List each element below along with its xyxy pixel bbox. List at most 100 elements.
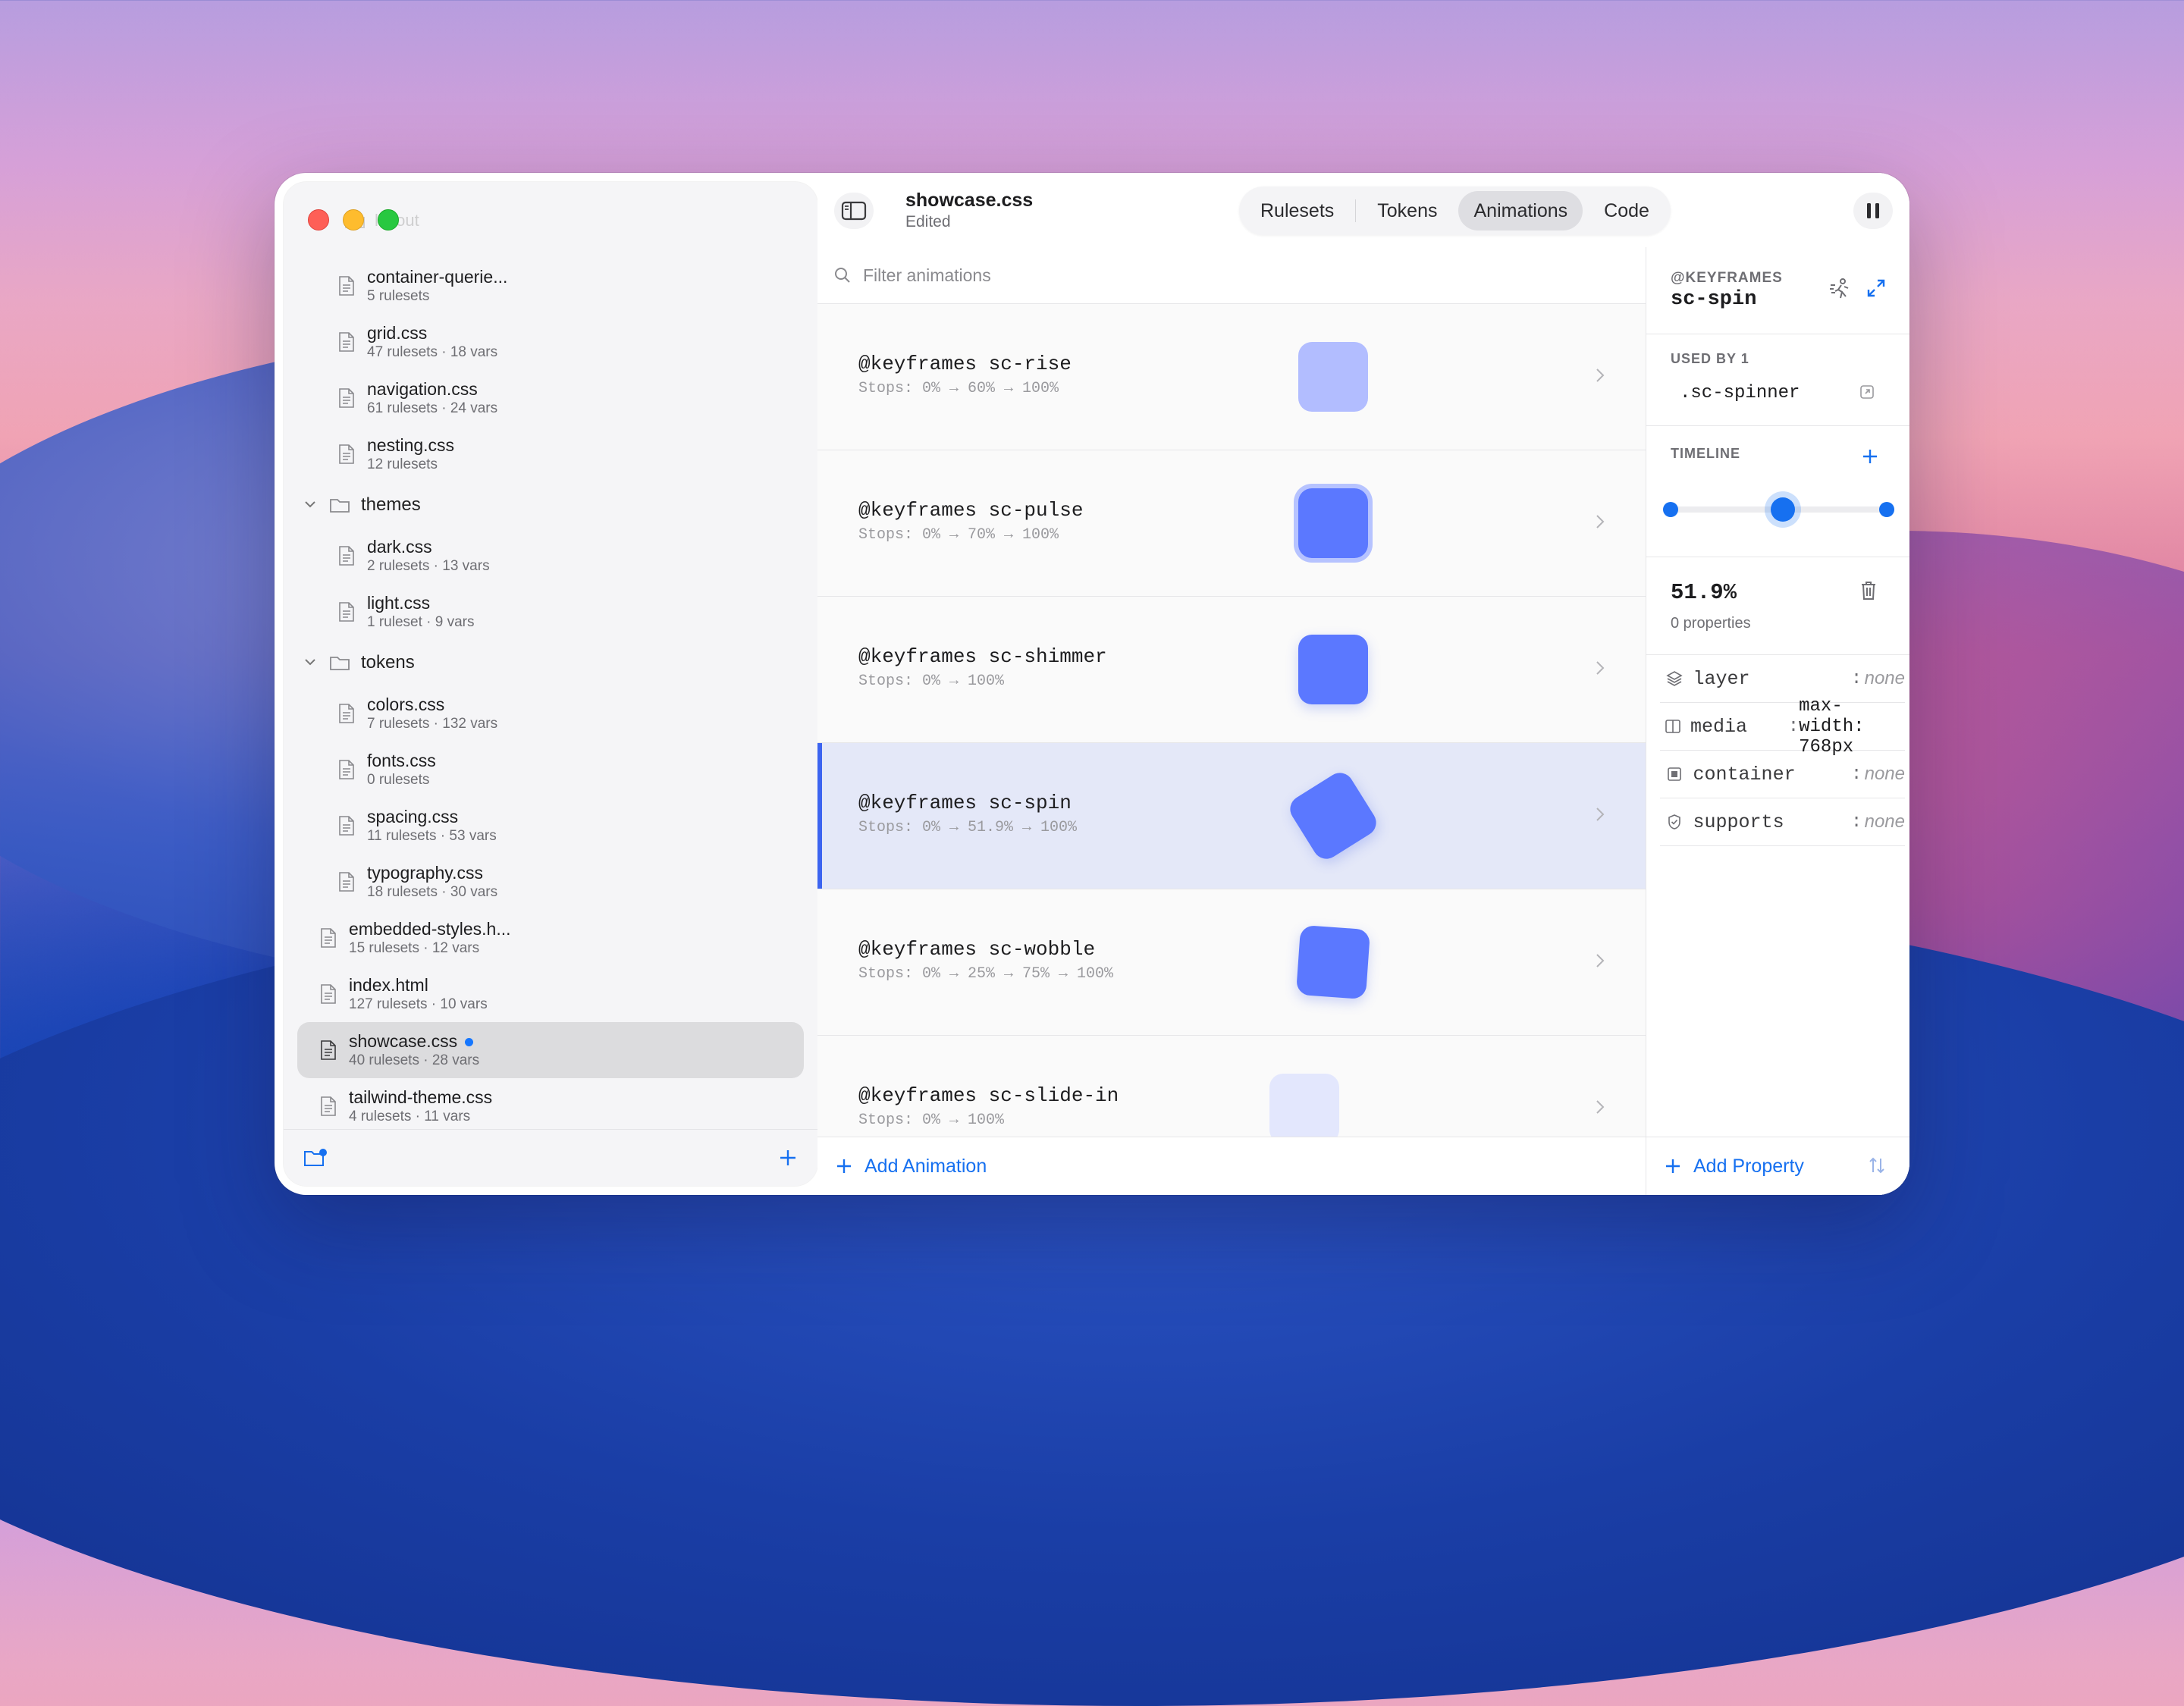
tab-tokens[interactable]: Tokens [1362, 191, 1452, 230]
chevron-down-icon [303, 497, 318, 513]
used-by-section: USED BY 1 .sc-spinner [1646, 334, 1909, 426]
keyframe-percent: 51.9% [1671, 580, 1737, 605]
document-icon [339, 546, 354, 566]
add-file-icon[interactable] [778, 1148, 798, 1168]
timeline-stop[interactable] [1663, 502, 1678, 517]
animation-row[interactable]: @keyframes sc-wobble Stops: 0% → 25% → 75… [817, 889, 1646, 1036]
plus-icon [837, 1159, 851, 1173]
condition-row-media[interactable]: media : max-width: 768px [1660, 696, 1905, 757]
file-meta: 11 rulesets · 53 vars [367, 828, 497, 844]
file-name: typography.css [367, 863, 483, 883]
sidebar-file[interactable]: nesting.css 12 rulesets [284, 426, 817, 482]
sidebar-file[interactable]: embedded-styles.h... 15 rulesets · 12 var… [284, 910, 817, 966]
minimize-window-button[interactable] [343, 209, 364, 230]
file-meta: 7 rulesets · 132 vars [367, 716, 498, 732]
sidebar-file[interactable]: light.css 1 ruleset · 9 vars [284, 584, 817, 640]
timeline-label: TIMELINE [1671, 446, 1740, 461]
animation-row[interactable]: @keyframes sc-shimmer Stops: 0% → 100% [817, 597, 1646, 743]
animation-name: @keyframes sc-shimmer [858, 645, 1107, 668]
document-icon [339, 816, 354, 836]
sidebar-file[interactable]: index.html 127 rulesets · 10 vars [284, 966, 817, 1022]
document-icon [339, 704, 354, 723]
animation-row[interactable]: @keyframes sc-pulse Stops: 0% → 70% → 100… [817, 450, 1646, 597]
animation-row[interactable]: @keyframes sc-rise Stops: 0% → 60% → 100% [817, 304, 1646, 450]
file-name: spacing.css [367, 807, 459, 826]
document-icon [339, 276, 354, 296]
add-keyframe-button[interactable] [1861, 440, 1879, 472]
used-by-selector[interactable]: .sc-spinner [1680, 383, 1800, 403]
condition-row-supports[interactable]: supports : none [1660, 798, 1905, 846]
search-icon [835, 268, 850, 283]
animation-stops: Stops: 0% → 25% → 75% → 100% [858, 965, 1114, 983]
tab-code[interactable]: Code [1589, 191, 1665, 230]
animation-name: @keyframes sc-slide-in [858, 1084, 1119, 1107]
document-status: Edited [905, 213, 951, 230]
sidebar-file[interactable]: colors.css 7 rulesets · 132 vars [284, 685, 817, 742]
animation-stops: Stops: 0% → 100% [858, 673, 1005, 690]
sort-icon[interactable] [1867, 1156, 1887, 1175]
tab-separator [1355, 199, 1357, 222]
expand-icon[interactable] [1866, 278, 1887, 299]
pause-icon [1867, 203, 1879, 218]
condition-value[interactable]: none [1865, 668, 1905, 689]
file-name: light.css [367, 593, 431, 613]
close-window-button[interactable] [308, 209, 329, 230]
tab-animations[interactable]: Animations [1458, 191, 1583, 230]
condition-key: layer [1693, 667, 1750, 690]
sidebar-file[interactable]: container-querie... 5 rulesets [284, 258, 817, 314]
add-animation-button[interactable]: Add Animation [817, 1137, 1646, 1195]
sidebar-file[interactable]: typography.css 18 rulesets · 30 vars [284, 854, 817, 910]
sidebar-file[interactable]: tailwind-theme.css 4 rulesets · 11 vars [284, 1078, 817, 1134]
view-tabs: Rulesets Tokens Animations Code [1239, 187, 1671, 235]
animation-preview [1285, 767, 1382, 864]
sidebar-file[interactable]: fonts.css 0 rulesets [284, 742, 817, 798]
filter-bar [817, 247, 1646, 304]
inspector-title: sc-spin [1671, 288, 1757, 311]
inspector-panel: @KEYFRAMES sc-spin USED BY 1 .sc-spinner… [1646, 247, 1909, 1195]
zoom-window-button[interactable] [378, 209, 399, 230]
pause-button[interactable] [1853, 193, 1893, 229]
sidebar-folder-tokens[interactable]: tokens [284, 640, 817, 685]
window-controls [308, 209, 399, 230]
sidebar-file[interactable]: navigation.css 61 rulesets · 24 vars [284, 370, 817, 426]
condition-value[interactable]: none [1865, 811, 1905, 833]
chevron-right-icon [1596, 661, 1605, 675]
file-name: showcase.css [349, 1031, 458, 1051]
sidebar-toggle-button[interactable] [834, 193, 874, 229]
condition-row-container[interactable]: container : none [1660, 751, 1905, 798]
animation-preview [1298, 342, 1368, 412]
tab-rulesets[interactable]: Rulesets [1245, 191, 1349, 230]
add-animation-label: Add Animation [864, 1155, 987, 1177]
sidebar-file-selected[interactable]: showcase.css 40 rulesets · 28 vars [297, 1022, 804, 1078]
condition-key: media [1690, 715, 1748, 738]
animation-row[interactable]: @keyframes sc-slide-in Stops: 0% → 100% [817, 1036, 1646, 1137]
condition-value[interactable]: none [1865, 764, 1905, 785]
new-folder-icon[interactable] [303, 1148, 328, 1168]
motion-icon[interactable] [1829, 278, 1852, 300]
sidebar-file[interactable]: spacing.css 11 rulesets · 53 vars [284, 798, 817, 854]
add-property-button[interactable]: Add Property [1646, 1137, 1909, 1195]
file-name: navigation.css [367, 379, 478, 399]
document-name: showcase.css [905, 190, 1034, 211]
sidebar-file[interactable]: dark.css 2 rulesets · 13 vars [284, 528, 817, 584]
timeline-track[interactable] [1663, 497, 1894, 522]
sidebar-file[interactable]: grid.css 47 rulesets · 18 vars [284, 314, 817, 370]
app-window: layout container-querie...5 rulesets gri… [275, 173, 1909, 1195]
trash-icon[interactable] [1859, 580, 1878, 601]
open-link-icon[interactable] [1859, 384, 1875, 400]
chevron-right-icon [1596, 954, 1605, 967]
keyframe-properties-count: 0 properties [1671, 615, 1751, 632]
sidebar-folder-themes[interactable]: themes [284, 482, 817, 528]
condition-value[interactable]: max-width: 768px [1799, 696, 1905, 757]
file-meta: 18 rulesets · 30 vars [367, 884, 498, 900]
animation-name: @keyframes sc-rise [858, 353, 1072, 375]
filter-animations-input[interactable] [861, 264, 1471, 287]
timeline-stop-selected[interactable] [1770, 497, 1795, 522]
animation-row-selected[interactable]: @keyframes sc-spin Stops: 0% → 51.9% → 10… [817, 743, 1646, 889]
file-meta: 2 rulesets · 13 vars [367, 558, 490, 574]
animation-name: @keyframes sc-pulse [858, 499, 1084, 522]
animations-list-panel: @keyframes sc-rise Stops: 0% → 60% → 100%… [817, 247, 1646, 1195]
animation-preview [1298, 635, 1368, 704]
inspector-kicker: @KEYFRAMES [1671, 270, 1783, 286]
timeline-stop[interactable] [1879, 502, 1894, 517]
